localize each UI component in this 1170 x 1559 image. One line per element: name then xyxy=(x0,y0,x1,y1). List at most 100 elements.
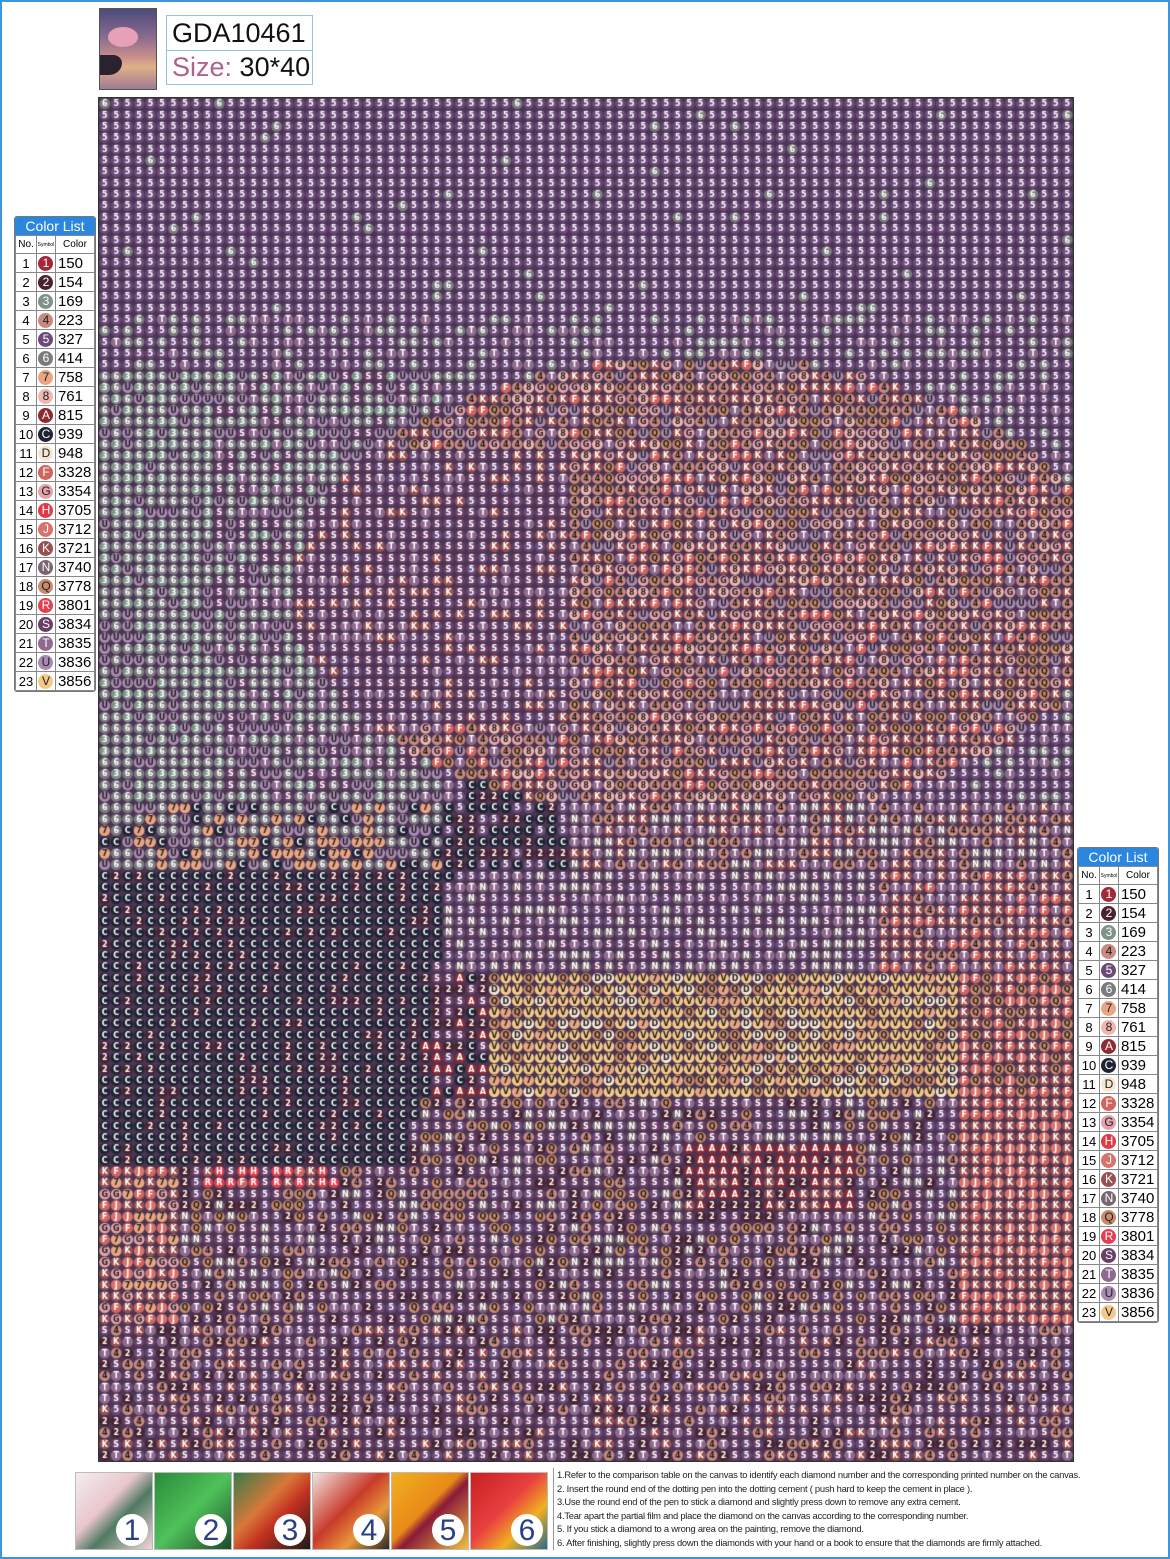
color-code: 815 xyxy=(54,405,95,425)
color-no: 15 xyxy=(1078,1150,1100,1170)
color-no: 4 xyxy=(15,310,37,330)
color-code: 3705 xyxy=(54,500,95,520)
color-code: 758 xyxy=(54,367,95,387)
color-code: 223 xyxy=(1117,941,1158,961)
step-image: 5 xyxy=(391,1472,469,1550)
color-code: 150 xyxy=(1117,884,1158,904)
size-value: 30*40 xyxy=(239,52,311,82)
color-no: 9 xyxy=(1078,1036,1100,1056)
color-list-row: 18 Q 3778 xyxy=(15,576,95,596)
color-code: 3801 xyxy=(1117,1226,1158,1246)
symbol-swatch-icon: U xyxy=(38,655,54,671)
color-code: 3835 xyxy=(54,633,95,653)
color-no: 1 xyxy=(15,253,37,273)
step-number: 5 xyxy=(432,1514,464,1547)
color-no: 8 xyxy=(15,386,37,406)
color-list-row: 1 1 150 xyxy=(15,253,95,273)
symbol-swatch-icon: G xyxy=(38,484,54,500)
color-list-row: 3 3 169 xyxy=(1078,922,1158,942)
color-code: 327 xyxy=(1117,960,1158,980)
symbol-swatch-icon: 7 xyxy=(38,370,54,386)
color-no: 3 xyxy=(1078,922,1100,942)
color-list-row: 9 A 815 xyxy=(1078,1036,1158,1056)
color-no: 11 xyxy=(15,443,37,463)
color-no: 22 xyxy=(1078,1283,1100,1303)
color-code: 815 xyxy=(1117,1036,1158,1056)
symbol-swatch-icon: 3 xyxy=(1101,925,1117,941)
color-code: 414 xyxy=(1117,979,1158,999)
color-no: 9 xyxy=(15,405,37,425)
instruction-line: 4.Tear apart the partial film and place … xyxy=(557,1509,969,1521)
color-list-row: 4 4 223 xyxy=(15,310,95,330)
color-code: 3778 xyxy=(54,576,95,596)
symbol-swatch-icon: N xyxy=(38,560,54,576)
color-code: 3836 xyxy=(54,652,95,672)
color-list-row: 19 R 3801 xyxy=(1078,1226,1158,1246)
color-list-row: 16 K 3721 xyxy=(15,538,95,558)
color-no: 7 xyxy=(1078,998,1100,1018)
color-code: 3856 xyxy=(1117,1302,1158,1322)
color-code: 3740 xyxy=(1117,1188,1158,1208)
color-code: 3354 xyxy=(54,481,95,501)
color-code: 3836 xyxy=(1117,1283,1158,1303)
color-code: 327 xyxy=(54,329,95,349)
symbol-swatch-icon: K xyxy=(38,541,54,557)
instruction-line: 2. Insert the round end of the dotting p… xyxy=(557,1482,973,1494)
color-list-row: 14 H 3705 xyxy=(15,500,95,520)
color-code: 169 xyxy=(1117,922,1158,942)
color-list-row: 22 U 3836 xyxy=(1078,1283,1158,1303)
color-list-row: 15 J 3712 xyxy=(1078,1150,1158,1170)
symbol-swatch-icon: D xyxy=(38,446,54,462)
color-code: 3328 xyxy=(54,462,95,482)
color-list-row: 17 N 3740 xyxy=(1078,1188,1158,1208)
color-code: 758 xyxy=(1117,998,1158,1018)
color-no: 22 xyxy=(15,652,37,672)
color-no: 16 xyxy=(15,538,37,558)
color-no: 2 xyxy=(1078,903,1100,923)
preview-cliff xyxy=(100,55,122,75)
symbol-swatch-icon: 5 xyxy=(38,332,54,348)
color-no: 18 xyxy=(1078,1207,1100,1227)
symbol-swatch-icon: 7 xyxy=(1101,1001,1117,1017)
symbol-swatch-icon: J xyxy=(38,522,54,538)
color-no: 10 xyxy=(15,424,37,444)
color-no: 17 xyxy=(1078,1188,1100,1208)
color-no: 3 xyxy=(15,291,37,311)
color-list-row: 2 2 154 xyxy=(1078,903,1158,923)
instruction-line: 5. If you stick a diamond to a wrong are… xyxy=(557,1523,864,1535)
step-image: 1 xyxy=(75,1472,153,1550)
color-no: 6 xyxy=(15,348,37,368)
symbol-swatch-icon: V xyxy=(38,674,54,690)
color-no: 20 xyxy=(15,614,37,634)
color-no: 23 xyxy=(1078,1302,1100,1322)
color-list-row: 2 2 154 xyxy=(15,272,95,292)
color-no: 19 xyxy=(1078,1226,1100,1246)
symbol-swatch-icon: U xyxy=(1101,1286,1117,1302)
color-no: 13 xyxy=(1078,1112,1100,1132)
header-symbol: Symbol xyxy=(1099,866,1119,885)
color-no: 14 xyxy=(1078,1131,1100,1151)
header-symbol: Symbol xyxy=(36,235,56,254)
color-list-row: 10 C 939 xyxy=(1078,1055,1158,1075)
color-list-row: 18 Q 3778 xyxy=(1078,1207,1158,1227)
symbol-swatch-icon: A xyxy=(1101,1039,1117,1055)
product-code: GDA10461 xyxy=(167,16,312,51)
color-code: 3705 xyxy=(1117,1131,1158,1151)
instruction-line: 1.Refer to the comparison table on the c… xyxy=(557,1469,1081,1480)
header-no: No. xyxy=(1078,866,1100,885)
symbol-swatch-icon: K xyxy=(1101,1172,1117,1188)
color-list-row: 1 1 150 xyxy=(1078,884,1158,904)
color-list-row: 7 7 758 xyxy=(1078,998,1158,1018)
symbol-swatch-icon: C xyxy=(1101,1058,1117,1074)
color-no: 6 xyxy=(1078,979,1100,999)
symbol-swatch-icon: A xyxy=(38,408,54,424)
color-code: 761 xyxy=(1117,1017,1158,1037)
step-number: 2 xyxy=(195,1514,227,1547)
symbol-swatch-icon: 1 xyxy=(38,256,54,272)
color-code: 223 xyxy=(54,310,95,330)
step-number: 4 xyxy=(353,1514,385,1547)
color-code: 3328 xyxy=(1117,1093,1158,1113)
color-list-row: 10 C 939 xyxy=(15,424,95,444)
symbol-swatch-icon: F xyxy=(1101,1096,1117,1112)
color-list-row: 13 G 3354 xyxy=(1078,1112,1158,1132)
